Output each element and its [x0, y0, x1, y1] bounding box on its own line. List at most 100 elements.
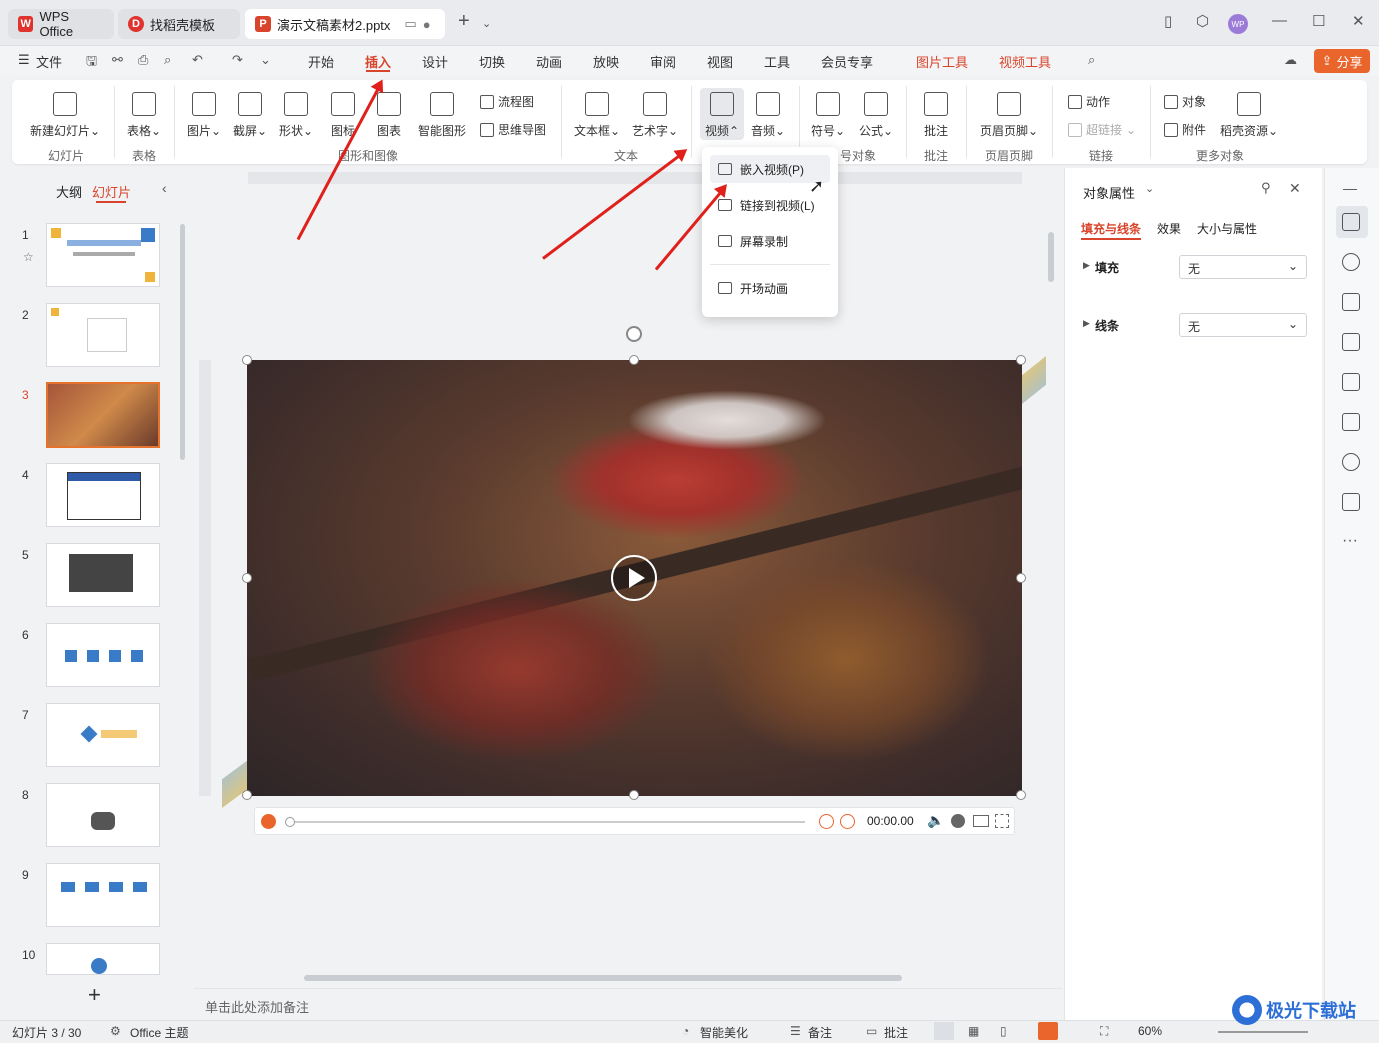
- help-icon[interactable]: [1342, 453, 1360, 471]
- comments-toggle-button[interactable]: 批注: [884, 1024, 908, 1041]
- slide-thumbnail-2[interactable]: [46, 303, 160, 367]
- monitor-icon[interactable]: ▭: [404, 16, 416, 32]
- share-button[interactable]: ⇪ 分享: [1314, 49, 1370, 73]
- pin-icon[interactable]: ⚲: [1261, 180, 1271, 196]
- object-button[interactable]: 对象: [1164, 93, 1206, 110]
- rewind-button[interactable]: [819, 814, 834, 829]
- play-overlay-button[interactable]: [611, 555, 657, 601]
- action-button[interactable]: 动作: [1068, 93, 1110, 110]
- menu-file[interactable]: 文件: [36, 52, 62, 71]
- menu-view[interactable]: 视图: [707, 52, 733, 71]
- flowchart-button[interactable]: 流程图: [480, 93, 534, 110]
- shirt-icon[interactable]: [1342, 493, 1360, 511]
- smartart-button[interactable]: 智能图形: [414, 92, 470, 139]
- new-slide-button[interactable]: 新建幻灯片⌄: [28, 92, 102, 139]
- attachment-button[interactable]: 附件: [1164, 121, 1206, 138]
- resize-handle[interactable]: [629, 790, 639, 800]
- menu-video-tools[interactable]: 视频工具: [999, 52, 1051, 71]
- title-chevron-icon[interactable]: ⌄: [1145, 182, 1154, 195]
- slide-thumbnail-8[interactable]: [46, 783, 160, 847]
- menu-slideshow[interactable]: 放映: [593, 52, 619, 71]
- menu-review[interactable]: 审阅: [650, 52, 676, 71]
- expand-arrow-icon[interactable]: ▶: [1083, 260, 1090, 271]
- mindmap-button[interactable]: 思维导图: [480, 121, 546, 138]
- menu-member[interactable]: 会员专享: [821, 52, 873, 71]
- slide-thumbnail-9[interactable]: [46, 863, 160, 927]
- horizontal-scrollbar[interactable]: [304, 975, 902, 981]
- slide-thumbnail-1[interactable]: [46, 223, 160, 287]
- star-icon[interactable]: ☆: [23, 250, 34, 264]
- notes-area[interactable]: 单击此处添加备注: [194, 988, 1062, 1020]
- tab-docer-template[interactable]: D 找稻壳模板: [118, 9, 240, 39]
- fill-select[interactable]: 无 ⌄: [1179, 255, 1307, 279]
- menu-tools[interactable]: 工具: [764, 52, 790, 71]
- resize-handle[interactable]: [242, 790, 252, 800]
- menu-item-opening-animation[interactable]: 开场动画: [710, 274, 830, 302]
- progress-knob[interactable]: [285, 817, 295, 827]
- zoom-level[interactable]: 60%: [1138, 1024, 1162, 1038]
- hamburger-icon[interactable]: ☰: [18, 52, 30, 68]
- menu-animation[interactable]: 动画: [536, 52, 562, 71]
- link-icon[interactable]: ⚯: [112, 52, 123, 68]
- resize-handle[interactable]: [242, 573, 252, 583]
- video-button[interactable]: 视频⌃: [702, 92, 742, 139]
- resize-handle[interactable]: [1016, 573, 1026, 583]
- tab-outline[interactable]: 大纲: [56, 182, 82, 201]
- info-icon[interactable]: [951, 814, 965, 828]
- progress-track[interactable]: [295, 821, 805, 823]
- menu-item-screen-record[interactable]: 屏幕录制: [710, 227, 830, 255]
- reading-view-icon[interactable]: ▯: [1000, 1024, 1007, 1038]
- star-icon[interactable]: [1342, 253, 1360, 271]
- sorter-view-icon[interactable]: ▦: [968, 1024, 979, 1038]
- book-icon[interactable]: [1342, 413, 1360, 431]
- comment-button[interactable]: 批注: [918, 92, 954, 139]
- slide-thumbnail-5[interactable]: [46, 543, 160, 607]
- preview-icon[interactable]: ⌕: [164, 52, 171, 68]
- tab-slides[interactable]: 幻灯片: [92, 182, 131, 201]
- collapse-icon[interactable]: —: [1343, 180, 1357, 196]
- hyperlink-button[interactable]: 超链接 ⌄: [1068, 121, 1136, 138]
- symbol-button[interactable]: 符号⌄: [808, 92, 848, 139]
- screenshot-button[interactable]: 截屏⌄: [230, 92, 270, 139]
- properties-icon[interactable]: [1342, 213, 1360, 231]
- docer-resources-button[interactable]: 稻壳资源⌄: [1218, 92, 1280, 139]
- unsaved-dot-icon[interactable]: ●: [423, 17, 431, 32]
- maximize-button[interactable]: ☐: [1312, 12, 1325, 30]
- menu-picture-tools[interactable]: 图片工具: [916, 52, 968, 71]
- theme-name[interactable]: Office 主题: [130, 1024, 188, 1041]
- zoom-slider[interactable]: [1218, 1031, 1308, 1033]
- slideshow-play-button[interactable]: [1038, 1022, 1058, 1040]
- slide-thumbnail-7[interactable]: [46, 703, 160, 767]
- close-window-button[interactable]: ✕: [1352, 12, 1365, 30]
- more-chevron-icon[interactable]: ⌄: [260, 52, 271, 68]
- textbox-button[interactable]: 文本框⌄: [572, 92, 622, 139]
- cloud-icon[interactable]: ☁: [1284, 52, 1297, 68]
- tab-size-properties[interactable]: 大小与属性: [1197, 220, 1257, 237]
- transition-icon[interactable]: [1342, 293, 1360, 311]
- chart-button[interactable]: 图表: [372, 92, 406, 139]
- wordart-button[interactable]: 艺术字⌄: [630, 92, 680, 139]
- new-tab-button[interactable]: +: [458, 10, 470, 33]
- smart-beautify-button[interactable]: 智能美化: [700, 1024, 748, 1041]
- slide-thumbnail-3[interactable]: [46, 382, 160, 448]
- menu-home[interactable]: 开始: [308, 52, 334, 71]
- cube-icon[interactable]: ⬡: [1196, 12, 1209, 30]
- tab-presentation[interactable]: P 演示文稿素材2.pptx ▭ ●: [245, 9, 445, 39]
- add-slide-button[interactable]: +: [88, 982, 101, 1008]
- shape-button[interactable]: 形状⌄: [276, 92, 316, 139]
- slide-thumbnail-6[interactable]: [46, 623, 160, 687]
- menu-design[interactable]: 设计: [422, 52, 448, 71]
- tab-effects[interactable]: 效果: [1157, 220, 1181, 237]
- table-button[interactable]: 表格⌄: [122, 92, 166, 139]
- menu-insert[interactable]: 插入: [365, 52, 391, 71]
- slide-thumbnail-4[interactable]: [46, 463, 160, 527]
- print-icon[interactable]: ⎙: [138, 52, 148, 68]
- volume-icon[interactable]: 🔈: [927, 812, 944, 829]
- tab-fill-line[interactable]: 填充与线条: [1081, 220, 1141, 237]
- header-footer-button[interactable]: 页眉页脚⌄: [978, 92, 1040, 139]
- play-button[interactable]: [261, 814, 276, 829]
- notes-toggle-button[interactable]: 备注: [808, 1024, 832, 1041]
- resize-handle[interactable]: [629, 355, 639, 365]
- line-select[interactable]: 无 ⌄: [1179, 313, 1307, 337]
- resize-handle[interactable]: [1016, 790, 1026, 800]
